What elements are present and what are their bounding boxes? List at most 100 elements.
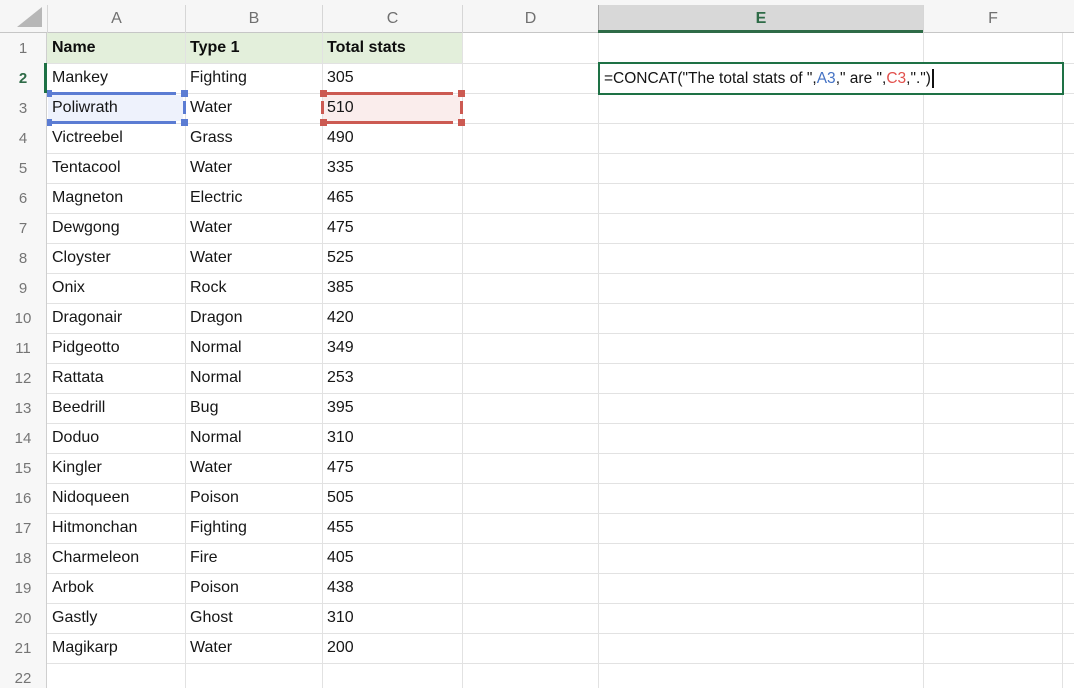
formula-segment: ,".") xyxy=(906,70,931,88)
cell-B18[interactable]: Fire xyxy=(185,543,322,573)
column-header-A[interactable]: A xyxy=(47,5,185,33)
cell-C21[interactable]: 200 xyxy=(322,633,462,663)
row-header-22[interactable]: 22 xyxy=(0,663,46,688)
row-header-19[interactable]: 19 xyxy=(0,573,46,603)
row-header-9[interactable]: 9 xyxy=(0,273,46,303)
cell-A20[interactable]: Gastly xyxy=(47,603,185,633)
cell-A17[interactable]: Hitmonchan xyxy=(47,513,185,543)
cell-B15[interactable]: Water xyxy=(185,453,322,483)
column-header-bar: ABCDEF xyxy=(0,0,1074,33)
cell-A3[interactable]: Poliwrath xyxy=(47,93,185,123)
row-header-14[interactable]: 14 xyxy=(0,423,46,453)
cell-B12[interactable]: Normal xyxy=(185,363,322,393)
cell-B14[interactable]: Normal xyxy=(185,423,322,453)
gridline-vertical xyxy=(923,33,924,688)
column-header-C[interactable]: C xyxy=(322,5,462,33)
cell-C18[interactable]: 405 xyxy=(322,543,462,573)
cell-B11[interactable]: Normal xyxy=(185,333,322,363)
cell-C20[interactable]: 310 xyxy=(322,603,462,633)
cell-A1[interactable]: Name xyxy=(47,33,185,63)
column-header-F[interactable]: F xyxy=(923,5,1062,33)
cell-C4[interactable]: 490 xyxy=(322,123,462,153)
row-header-7[interactable]: 7 xyxy=(0,213,46,243)
cell-B7[interactable]: Water xyxy=(185,213,322,243)
row-header-21[interactable]: 21 xyxy=(0,633,46,663)
cell-A15[interactable]: Kingler xyxy=(47,453,185,483)
cell-B5[interactable]: Water xyxy=(185,153,322,183)
cell-B19[interactable]: Poison xyxy=(185,573,322,603)
cell-C15[interactable]: 475 xyxy=(322,453,462,483)
row-header-5[interactable]: 5 xyxy=(0,153,46,183)
cell-A4[interactable]: Victreebel xyxy=(47,123,185,153)
cell-C5[interactable]: 335 xyxy=(322,153,462,183)
row-header-8[interactable]: 8 xyxy=(0,243,46,273)
row-header-3[interactable]: 3 xyxy=(0,93,46,123)
cell-B4[interactable]: Grass xyxy=(185,123,322,153)
cell-A14[interactable]: Doduo xyxy=(47,423,185,453)
cell-C13[interactable]: 395 xyxy=(322,393,462,423)
cell-C11[interactable]: 349 xyxy=(322,333,462,363)
cell-A12[interactable]: Rattata xyxy=(47,363,185,393)
cell-B1[interactable]: Type 1 xyxy=(185,33,322,63)
column-header-B[interactable]: B xyxy=(185,5,322,33)
row-header-17[interactable]: 17 xyxy=(0,513,46,543)
cell-C8[interactable]: 525 xyxy=(322,243,462,273)
cell-A6[interactable]: Magneton xyxy=(47,183,185,213)
row-header-12[interactable]: 12 xyxy=(0,363,46,393)
cell-A18[interactable]: Charmeleon xyxy=(47,543,185,573)
cell-B17[interactable]: Fighting xyxy=(185,513,322,543)
cell-B21[interactable]: Water xyxy=(185,633,322,663)
cell-A11[interactable]: Pidgeotto xyxy=(47,333,185,363)
row-header-2[interactable]: 2 xyxy=(0,63,46,93)
row-header-15[interactable]: 15 xyxy=(0,453,46,483)
spreadsheet: NameType 1Total statsMankeyFighting305Po… xyxy=(0,0,1074,688)
cell-B10[interactable]: Dragon xyxy=(185,303,322,333)
cell-editor-E2[interactable]: =CONCAT("The total stats of ", A3 ," are… xyxy=(598,62,1064,95)
cell-C6[interactable]: 465 xyxy=(322,183,462,213)
cell-B6[interactable]: Electric xyxy=(185,183,322,213)
cell-A13[interactable]: Beedrill xyxy=(47,393,185,423)
cell-C17[interactable]: 455 xyxy=(322,513,462,543)
row-header-16[interactable]: 16 xyxy=(0,483,46,513)
cell-C16[interactable]: 505 xyxy=(322,483,462,513)
row-header-10[interactable]: 10 xyxy=(0,303,46,333)
cell-A9[interactable]: Onix xyxy=(47,273,185,303)
cell-C19[interactable]: 438 xyxy=(322,573,462,603)
cell-C10[interactable]: 420 xyxy=(322,303,462,333)
cell-C14[interactable]: 310 xyxy=(322,423,462,453)
row-header-1[interactable]: 1 xyxy=(0,33,46,63)
cell-C12[interactable]: 253 xyxy=(322,363,462,393)
cell-A7[interactable]: Dewgong xyxy=(47,213,185,243)
cell-B16[interactable]: Poison xyxy=(185,483,322,513)
cell-C3[interactable]: 510 xyxy=(322,93,462,123)
cell-A21[interactable]: Magikarp xyxy=(47,633,185,663)
selected-row-accent xyxy=(44,63,47,93)
cell-A5[interactable]: Tentacool xyxy=(47,153,185,183)
cell-C7[interactable]: 475 xyxy=(322,213,462,243)
column-header-E[interactable]: E xyxy=(598,5,923,33)
selected-column-underline xyxy=(598,30,923,33)
column-header-D[interactable]: D xyxy=(462,5,598,33)
select-all-button[interactable] xyxy=(0,0,47,33)
row-header-18[interactable]: 18 xyxy=(0,543,46,573)
cell-B13[interactable]: Bug xyxy=(185,393,322,423)
cell-A16[interactable]: Nidoqueen xyxy=(47,483,185,513)
cell-B20[interactable]: Ghost xyxy=(185,603,322,633)
cell-B9[interactable]: Rock xyxy=(185,273,322,303)
cell-C2[interactable]: 305 xyxy=(322,63,462,93)
cell-A19[interactable]: Arbok xyxy=(47,573,185,603)
row-header-6[interactable]: 6 xyxy=(0,183,46,213)
row-header-4[interactable]: 4 xyxy=(0,123,46,153)
cell-A2[interactable]: Mankey xyxy=(47,63,185,93)
cell-C9[interactable]: 385 xyxy=(322,273,462,303)
row-header-13[interactable]: 13 xyxy=(0,393,46,423)
row-header-20[interactable]: 20 xyxy=(0,603,46,633)
cell-A10[interactable]: Dragonair xyxy=(47,303,185,333)
row-header-11[interactable]: 11 xyxy=(0,333,46,363)
cell-C1[interactable]: Total stats xyxy=(322,33,462,63)
cell-B2[interactable]: Fighting xyxy=(185,63,322,93)
formula-ref-A3: A3 xyxy=(817,70,836,88)
cell-A8[interactable]: Cloyster xyxy=(47,243,185,273)
cell-B3[interactable]: Water xyxy=(185,93,322,123)
cell-B8[interactable]: Water xyxy=(185,243,322,273)
